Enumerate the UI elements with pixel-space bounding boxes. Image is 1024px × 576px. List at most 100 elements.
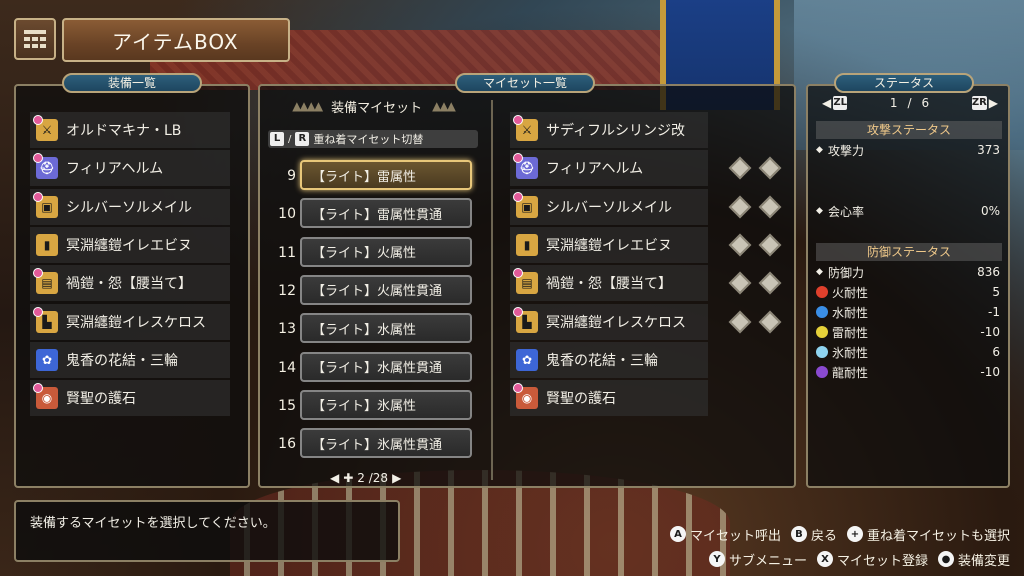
status-tab: ステータス bbox=[834, 73, 974, 93]
myset-button[interactable]: 【ライト】氷属性 bbox=[300, 389, 472, 420]
rarity-badge-icon bbox=[513, 383, 523, 394]
myset-button[interactable]: 【ライト】雷属性 bbox=[300, 160, 472, 190]
myset-button[interactable]: 【ライト】雷属性貫通 bbox=[300, 198, 472, 229]
attack-value: 373 bbox=[977, 143, 1000, 157]
resistance-label: 火耐性 bbox=[832, 285, 869, 300]
pager-label: 2 /28 bbox=[357, 471, 389, 485]
myset-number: 13 bbox=[278, 321, 296, 338]
instruction-message: 装備するマイセットを選択してください。 bbox=[30, 516, 276, 531]
attack-label: 攻撃力 bbox=[828, 143, 865, 158]
l-button-icon: L bbox=[270, 132, 284, 146]
equipment-row-chest[interactable]: ▣ シルバーソルメイル bbox=[30, 188, 230, 225]
resistance-value: -10 bbox=[980, 325, 1000, 339]
dpad-icon: ✚ bbox=[343, 471, 354, 485]
rarity-badge-icon bbox=[513, 268, 523, 279]
myset-equipment-row-arm[interactable]: ▮ 冥淵纏鎧イレエビヌ bbox=[510, 226, 708, 263]
weapon-icon: ⚔ bbox=[513, 115, 538, 141]
myset-heading: ▲▲▲▲ 装備マイセット ▲▲▲ bbox=[268, 96, 478, 116]
layered-switch-label: 重ね着マイセット切替 bbox=[313, 133, 424, 146]
charm-icon: ✿ bbox=[516, 348, 538, 371]
rarity-badge-icon bbox=[33, 306, 43, 317]
waist-icon: ▤ bbox=[513, 268, 538, 295]
myset-equipment-row-leg[interactable]: ▙ 冥淵纏鎧イレスケロス bbox=[510, 303, 708, 340]
equipment-row-label: シルバーソルメイル bbox=[66, 199, 192, 216]
myset-equipment-row-label: 賢聖の護石 bbox=[546, 391, 616, 408]
controller-button-icon: B bbox=[790, 526, 807, 542]
equipment-row-leg[interactable]: ▙ 冥淵纏鎧イレスケロス bbox=[30, 303, 230, 340]
controller-button-icon: X bbox=[816, 551, 833, 567]
rarity-badge-icon bbox=[513, 306, 523, 317]
layered-switch-hint[interactable]: L / R 重ね着マイセット切替 bbox=[268, 130, 478, 148]
status-page-nav[interactable]: ◀ ZL 1 / 6 ZR ▶ bbox=[822, 94, 998, 112]
talisman-icon: ◉ bbox=[33, 383, 58, 410]
chest-icon: ▣ bbox=[33, 191, 58, 218]
equipment-row-weapon[interactable]: ⚔ オルドマキナ・LB bbox=[30, 112, 230, 148]
myset-equipment-row-waist[interactable]: ▤ 禍鎧・怨【腰当て】 bbox=[510, 265, 708, 302]
equipment-row-helm[interactable]: ⛑ フィリアヘルム bbox=[30, 150, 230, 187]
myset-button[interactable]: 【ライト】水属性 bbox=[300, 313, 472, 344]
pager-right-arrow-icon[interactable]: ▶ bbox=[392, 471, 401, 485]
myset-button[interactable]: 【ライト】水属性貫通 bbox=[300, 351, 472, 382]
help-action-label[interactable]: 装備変更 bbox=[958, 550, 1010, 569]
waist-icon: ▤ bbox=[33, 268, 58, 295]
help-action-label[interactable]: 戻る bbox=[811, 525, 837, 544]
charm-icon: ✿ bbox=[36, 348, 58, 371]
equipment-row-label: 賢聖の護石 bbox=[66, 391, 136, 408]
myset-equipment-row-label: シルバーソルメイル bbox=[546, 199, 672, 216]
myset-equipment-row-label: サディフルシリンジ改 bbox=[546, 123, 686, 139]
myset-heading-label: 装備マイセット bbox=[331, 100, 423, 116]
myset-number: 9 bbox=[287, 168, 296, 184]
controller-button-icon: ● bbox=[937, 551, 954, 567]
element-icon bbox=[816, 286, 828, 298]
equipment-list-tab: 装備一覧 bbox=[62, 73, 202, 93]
myset-equipment-row-helm[interactable]: ⛑ フィリアヘルム bbox=[510, 150, 708, 187]
equipment-row-label: 冥淵纏鎧イレエビヌ bbox=[66, 237, 192, 254]
equipment-row-label: フィリアヘルム bbox=[66, 161, 164, 178]
help-action-label[interactable]: 重ね着マイセットも選択 bbox=[867, 525, 1010, 544]
helm-icon: ⛑ bbox=[33, 153, 58, 180]
resistance-value: 5 bbox=[992, 285, 1000, 299]
status-page-indicator: 1 / 6 bbox=[890, 96, 929, 110]
resistance-stat: 火耐性 5 bbox=[816, 283, 1002, 301]
myset-equipment-row-chest[interactable]: ▣ シルバーソルメイル bbox=[510, 188, 708, 225]
button-help-row-1: A マイセット呼出 B 戻る + 重ね着マイセットも選択 bbox=[669, 524, 1016, 544]
myset-pager[interactable]: ◀ ✚ 2 /28 ▶ bbox=[330, 470, 420, 486]
rarity-badge-icon bbox=[513, 191, 523, 202]
rarity-badge-icon bbox=[33, 115, 43, 125]
element-icon bbox=[816, 326, 828, 338]
myset-button[interactable]: 【ライト】火属性貫通 bbox=[300, 274, 472, 305]
help-action-label[interactable]: サブメニュー bbox=[729, 550, 807, 569]
attack-status-heading: 攻撃ステータス bbox=[816, 121, 1002, 139]
r-button-icon: R bbox=[295, 132, 310, 146]
myset-equipment-row-weapon[interactable]: ⚔ サディフルシリンジ改 bbox=[510, 112, 708, 148]
equipment-row-charm[interactable]: ✿ 鬼香の花結・三輪 bbox=[30, 341, 230, 378]
leg-icon: ▙ bbox=[513, 306, 538, 333]
status-next[interactable]: ZR ▶ bbox=[971, 96, 998, 110]
element-icon bbox=[816, 306, 828, 318]
help-action-label[interactable]: マイセット呼出 bbox=[690, 525, 781, 544]
status-prev[interactable]: ◀ ZL bbox=[822, 96, 848, 110]
zl-button-icon: ZL bbox=[833, 96, 848, 110]
status-page-separator: / bbox=[907, 96, 912, 110]
myset-equipment-row-label: 冥淵纏鎧イレエビヌ bbox=[546, 237, 672, 254]
pager-left-arrow-icon[interactable]: ◀ bbox=[330, 471, 339, 485]
status-next-arrow-icon: ▶ bbox=[988, 96, 998, 110]
myset-button[interactable]: 【ライト】氷属性貫通 bbox=[300, 428, 472, 459]
myset-button[interactable]: 【ライト】火属性 bbox=[300, 236, 472, 267]
status-prev-arrow-icon: ◀ bbox=[822, 96, 832, 110]
equipment-row-label: オルドマキナ・LB bbox=[66, 123, 182, 139]
menu-icon[interactable] bbox=[14, 18, 56, 60]
resistance-stat: 水耐性 -1 bbox=[816, 303, 1002, 321]
myset-equipment-row-talisman[interactable]: ◉ 賢聖の護石 bbox=[510, 380, 708, 417]
defense-status-heading: 防御ステータス bbox=[816, 243, 1002, 261]
myset-list-tab: マイセット一覧 bbox=[455, 73, 595, 93]
equipment-row-waist[interactable]: ▤ 禍鎧・怨【腰当て】 bbox=[30, 265, 230, 302]
chest-icon: ▣ bbox=[513, 191, 538, 218]
resistance-label: 龍耐性 bbox=[832, 365, 869, 380]
grid-icon bbox=[24, 30, 46, 48]
myset-equipment-row-charm[interactable]: ✿ 鬼香の花結・三輪 bbox=[510, 341, 708, 378]
equipment-row-talisman[interactable]: ◉ 賢聖の護石 bbox=[30, 380, 230, 417]
rarity-badge-icon bbox=[33, 191, 43, 202]
equipment-row-arm[interactable]: ▮ 冥淵纏鎧イレエビヌ bbox=[30, 226, 230, 263]
help-action-label[interactable]: マイセット登録 bbox=[837, 550, 928, 569]
